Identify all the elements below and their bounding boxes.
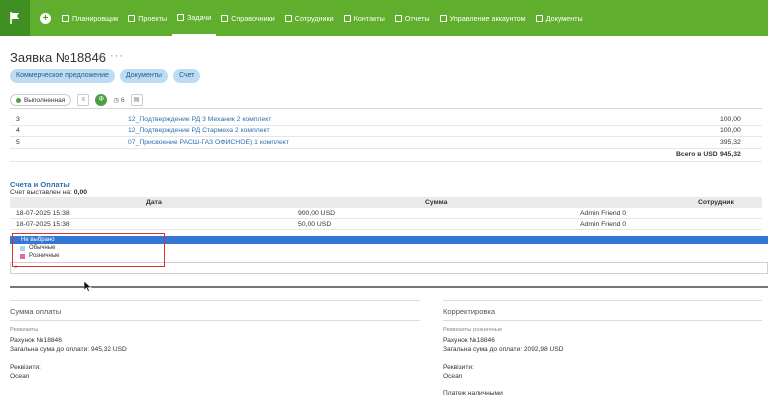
document-icon: [535, 14, 543, 22]
comments-counter[interactable]: ◷ 6: [113, 96, 124, 105]
row-divider: [10, 161, 762, 162]
book-icon: [221, 14, 229, 22]
nav-item-employees[interactable]: Сотрудники: [280, 0, 339, 36]
phase-icon[interactable]: Ф: [95, 94, 108, 106]
calendar-icon: [62, 14, 69, 22]
contacts-icon: [343, 14, 351, 22]
table-row[interactable]: 18-07-2025 15:38 50,00 USD Admin Friend …: [10, 219, 762, 230]
rekv-label: Реквізити:: [443, 364, 474, 371]
nav-item-contacts[interactable]: Контакты: [339, 0, 390, 36]
notes-icon[interactable]: ▤: [130, 94, 143, 106]
total-label: Всего в USD: [676, 151, 718, 158]
report-icon: [394, 14, 402, 22]
more-icon[interactable]: ···: [110, 50, 124, 62]
flag-logo-icon[interactable]: [0, 0, 30, 36]
top-nav: + Планировщик Проекты Задачи Справочники…: [0, 0, 768, 36]
comment-icon: ◷: [113, 97, 119, 104]
status-badge[interactable]: Выполненная: [10, 94, 72, 106]
tab-documents[interactable]: Документы: [119, 69, 168, 83]
nav-item-account[interactable]: Управление аккаунтом: [435, 0, 531, 36]
invoice-number: Рахунок №18846: [443, 337, 495, 344]
mouse-cursor-icon: [84, 281, 92, 292]
nav-item-documents[interactable]: Документы: [531, 0, 588, 36]
panel-divider: [10, 320, 420, 321]
panel-divider: [443, 320, 762, 321]
nav-item-projects[interactable]: Проекты: [123, 0, 172, 36]
rekv-value: Ocean: [10, 373, 30, 380]
item-link[interactable]: 12_Подтверждение РД Стармеха 2 комплект: [128, 127, 270, 134]
tasks-icon: [177, 13, 185, 21]
row-divider: [10, 148, 762, 149]
total-value: 945,32: [720, 151, 741, 158]
rekv-label: Реквізити:: [10, 364, 41, 371]
list-icon[interactable]: ≡: [77, 94, 90, 106]
star-icon[interactable]: ☆: [96, 52, 105, 63]
total-due: Загальна сума до оплати: 945,32 USD: [10, 346, 127, 353]
panel-divider: [10, 300, 420, 301]
status-dot-icon: [16, 97, 21, 103]
correction-title: Корректировка: [443, 307, 495, 316]
payments-title: Счета и Оплаты: [10, 180, 70, 189]
retail-requisites-label: Реквизиты розничные: [443, 327, 503, 333]
divider: [10, 108, 762, 109]
payment-sum-title: Сумма оплаты: [10, 307, 62, 316]
table-row[interactable]: 18-07-2025 15:38 900,00 USD Admin Friend…: [10, 208, 762, 219]
item-link[interactable]: 12_Подтверждение РД 3 Механик 2 комплект: [128, 116, 271, 123]
item-link[interactable]: 07_Присвоение РАСШ-ГАЗ ОФИСНОЕ) 1 компле…: [128, 139, 289, 146]
users-icon: [284, 14, 292, 22]
invoice-number: Рахунок №18846: [10, 337, 62, 344]
gear-icon: [439, 14, 447, 22]
nav-item-reports[interactable]: Отчеты: [390, 0, 435, 36]
add-icon[interactable]: +: [40, 12, 51, 24]
document-tabs: Коммерческое предложение Документы Счет: [10, 69, 201, 83]
nav-item-references[interactable]: Справочники: [216, 0, 280, 36]
rekv-value: Ocean: [443, 373, 463, 380]
requisites-label: Реквизиты: [10, 327, 39, 333]
folder-icon: [128, 14, 136, 22]
tab-invoice[interactable]: Счет: [172, 69, 201, 83]
total-due: Загальна сума до оплати: 2092,98 USD: [443, 346, 564, 353]
highlight-box: [12, 233, 165, 267]
page-title: Заявка №18846: [10, 50, 106, 65]
nav-item-planner[interactable]: Планировщик: [57, 0, 123, 36]
status-row: Выполненная ≡ Ф ◷ 6 ▤: [10, 94, 143, 106]
nav-item-tasks[interactable]: Задачи: [172, 0, 217, 36]
invoiced-amount: Счет выставлен на: 0,00: [10, 189, 88, 196]
tab-commercial-offer[interactable]: Коммерческое предложение: [10, 69, 115, 83]
cash-payment: Платеж наличными: [443, 390, 503, 397]
panel-divider: [443, 300, 762, 301]
payments-table-header: Дата Сумма Сотрудник: [10, 197, 762, 208]
